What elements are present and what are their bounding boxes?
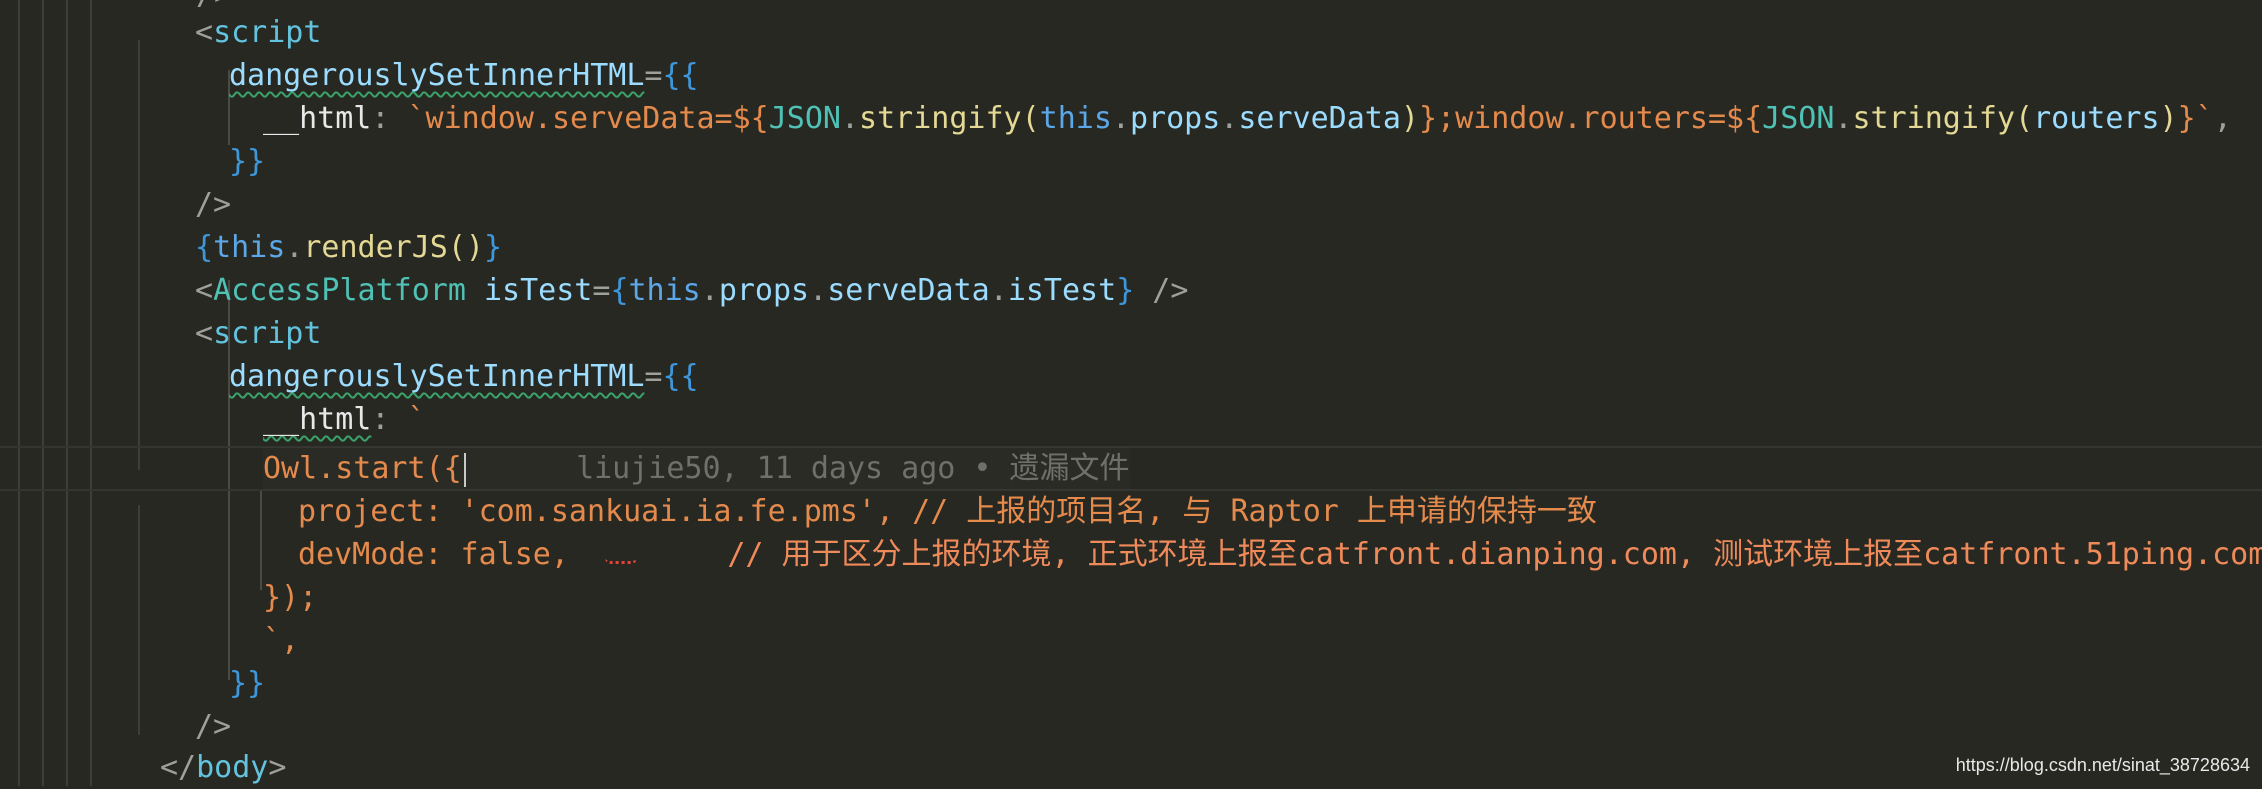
template-string: }` [2177,101,2214,136]
paren: ) [1400,101,1419,136]
object-key: __html [263,402,372,437]
brace: { [195,230,214,265]
punctuation: /> [195,187,232,222]
code-line: project: 'com.sankuai.ia.fe.pms', // 上报的… [298,490,1597,533]
function-name: renderJS [303,230,448,265]
punctuation: : [371,101,408,136]
punctuation: : [371,402,408,437]
code-line: dangerouslySetInnerHTML={{ [229,54,699,97]
punctuation: . [1111,101,1130,136]
code-line: devMode: false, // 用于区分上报的环境, 正式环境上报至cat… [298,533,2262,576]
brace: {{ [662,58,699,93]
error-squiggle [605,551,638,564]
punctuation: . [1220,101,1239,136]
brace: } [1116,273,1135,308]
brace: } [484,230,503,265]
punctuation: </ [160,750,197,785]
punctuation: . [285,230,304,265]
punctuation: = [644,359,663,394]
property: props [718,273,810,308]
paren: ( [2015,101,2034,136]
jsx-attribute: isTest [484,273,593,308]
paren: ) [2159,101,2178,136]
brace: }} [229,144,266,179]
code-line: </body> [160,746,286,789]
template-string: `window.serveData=${ [407,101,769,136]
template-string: `, [263,623,300,658]
indent-guide [42,0,44,786]
code-line: __html: ` [263,398,426,441]
punctuation: . [840,101,860,136]
indent-guide [90,0,92,786]
property: routers [2033,101,2160,136]
watermark-url: https://blog.csdn.net/sinat_38728634 [1955,755,2250,775]
brace: }} [229,666,266,701]
punctuation: < [195,15,214,50]
punctuation: , [2213,101,2232,136]
function-name: stringify [859,101,1022,136]
property: serveData [827,273,990,308]
this-keyword: this [213,230,286,265]
code-line: `, [263,619,299,662]
class-name: JSON [1762,101,1835,136]
code-line: }} [229,662,265,705]
template-string: devMode: false, [298,537,569,572]
punctuation: = [592,273,611,308]
template-string: project: 'com.sankuai.ia.fe.pms', // 上报的… [298,494,1597,529]
object-key: __html [263,101,372,136]
paren: ( [1021,101,1040,136]
jsx-tag: body [196,750,269,785]
text-cursor [463,452,466,487]
punctuation: /> [195,709,232,744]
property: props [1129,101,1221,136]
jsx-tag: script [213,15,322,50]
punctuation: . [700,273,719,308]
indent-guide [260,490,262,590]
property: serveData [1238,101,1401,136]
class-name: JSON [768,101,841,136]
jsx-attribute: dangerouslySetInnerHTML [229,58,645,93]
code-line: dangerouslySetInnerHTML={{ [229,355,699,398]
component-name: AccessPlatform [213,273,466,308]
brace: {{ [662,359,699,394]
code-editor[interactable]: /> <script dangerouslySetInnerHTML={{ __… [0,0,2262,786]
code-line: <script [195,312,321,355]
this-keyword: this [1039,101,1112,136]
code-line: }} [229,140,265,183]
punctuation: < [195,316,214,351]
git-blame-annotation[interactable]: liujie50, 11 days ago • 遗漏文件 [576,451,1129,486]
code-line: __html: `window.serveData=${JSON.stringi… [263,97,2232,140]
jsx-tag: script [213,316,322,351]
template-string: ` [407,402,426,437]
paren: () [447,230,484,265]
code-line: /> [195,705,231,748]
jsx-attribute: dangerouslySetInnerHTML [229,359,645,394]
template-string: }); [263,580,318,615]
property: isTest [1007,273,1117,308]
code-line-current[interactable]: Owl.start({ liujie50, 11 days ago • 遗漏文件 [263,447,1130,490]
template-string: // 用于区分上报的环境, 正式环境上报至catfront.dianping.c… [727,537,2262,572]
code-line: }); [263,576,317,619]
this-keyword: this [628,273,701,308]
punctuation: = [644,58,663,93]
indent-guide [138,40,140,470]
punctuation: < [195,273,214,308]
template-string: };window.routers=${ [1418,101,1763,136]
punctuation: . [1834,101,1853,136]
punctuation: . [809,273,828,308]
indent-guide [138,505,140,735]
indent-guide [66,0,68,786]
brace: { [610,273,629,308]
indent-guide [18,0,20,786]
code-line: /> [195,183,231,226]
punctuation: /> [1134,273,1189,308]
template-string: Owl.start({ [263,451,462,486]
punctuation: . [989,273,1008,308]
code-line: {this.renderJS()} [195,226,502,269]
function-name: stringify [1852,101,2016,136]
punctuation: > [268,750,287,785]
code-line: <script [195,11,321,54]
code-line: <AccessPlatform isTest={this.props.serve… [195,269,1188,312]
